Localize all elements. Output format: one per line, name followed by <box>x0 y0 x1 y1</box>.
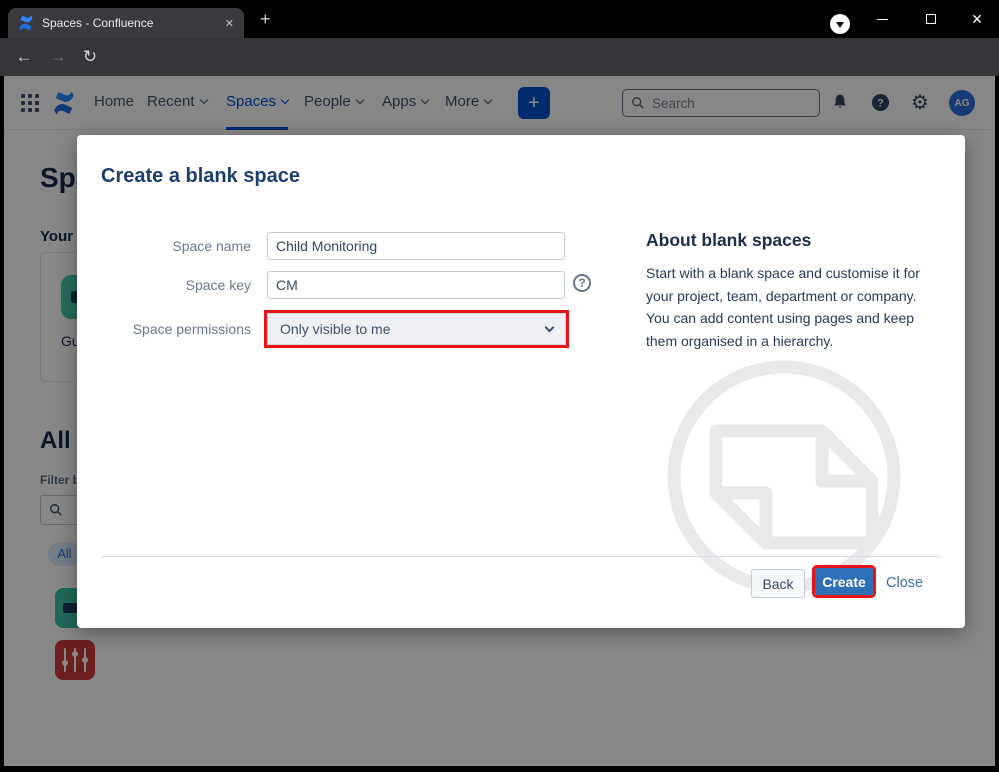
media-controls-icon[interactable] <box>830 14 850 34</box>
annotation-highlight-box: Create <box>812 565 876 598</box>
chevron-down-icon <box>544 322 555 333</box>
about-heading: About blank spaces <box>646 230 812 250</box>
tab-title: Spaces - Confluence <box>42 16 154 30</box>
new-tab-icon[interactable]: + <box>260 10 271 28</box>
space-permissions-select[interactable]: Only visible to me <box>267 313 566 345</box>
space-name-input[interactable] <box>267 232 565 260</box>
modal-title: Create a blank space <box>101 165 300 187</box>
create-button[interactable]: Create <box>815 568 873 595</box>
close-window-icon[interactable]: ✕ <box>955 0 999 38</box>
modal-footer-divider <box>101 556 941 557</box>
confluence-favicon-icon <box>19 15 33 31</box>
browser-titlebar: Spaces - Confluence ✕ + ✕ <box>0 0 999 38</box>
space-key-input[interactable] <box>267 271 565 299</box>
space-name-label: Space name <box>172 238 251 254</box>
browser-tab[interactable]: Spaces - Confluence ✕ <box>8 8 244 38</box>
forward-icon: → <box>49 47 67 66</box>
space-permissions-label: Space permissions <box>132 321 251 337</box>
create-space-modal: Create a blank space Space name Space ke… <box>77 135 965 628</box>
annotation-highlight-box: Only visible to me <box>264 310 569 348</box>
about-body: Start with a blank space and customise i… <box>646 265 920 349</box>
back-icon[interactable]: ← <box>10 38 38 76</box>
space-key-label: Space key <box>185 277 251 293</box>
browser-toolbar: ← → ↻ alphrguides.atlassian.net/wiki/spa… <box>0 38 999 113</box>
reload-icon[interactable]: ↻ <box>76 38 104 76</box>
tab-close-icon[interactable]: ✕ <box>225 17 234 30</box>
maximize-icon[interactable] <box>909 0 953 38</box>
question-help-icon[interactable]: ? <box>573 274 591 292</box>
minimize-icon[interactable] <box>860 0 904 38</box>
close-link[interactable]: Close <box>886 575 923 591</box>
selected-permission: Only visible to me <box>280 321 391 337</box>
back-button[interactable]: Back <box>751 569 805 598</box>
